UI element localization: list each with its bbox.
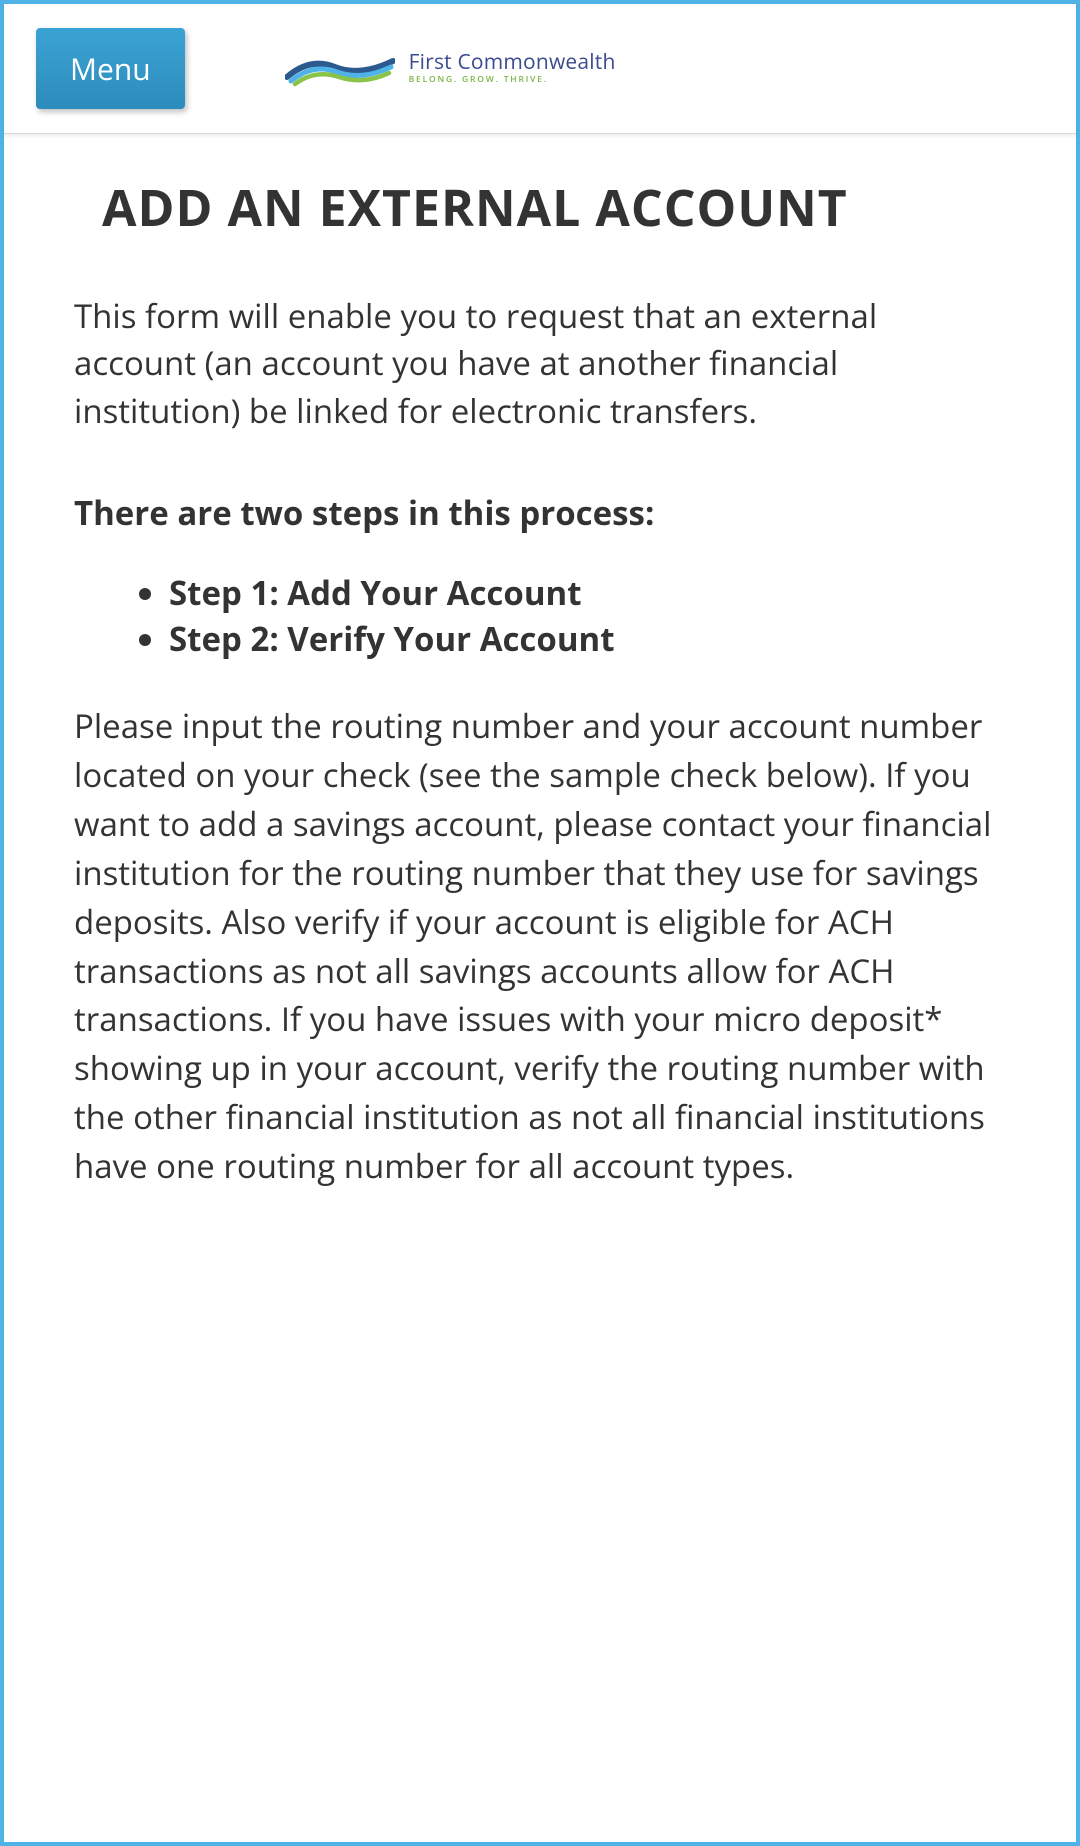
steps-list: Step 1: Add Your Account Step 2: Verify … — [74, 570, 1006, 662]
body-text: Please input the routing number and your… — [74, 702, 1006, 1190]
logo-text: First Commonwealth BELONG. GROW. THRIVE. — [409, 52, 616, 85]
main-content: ADD AN EXTERNAL ACCOUNT This form will e… — [4, 134, 1076, 1231]
list-item: Step 2: Verify Your Account — [169, 616, 1006, 662]
logo[interactable]: First Commonwealth BELONG. GROW. THRIVE. — [285, 49, 616, 89]
logo-swoosh-icon — [285, 49, 395, 89]
logo-tagline: BELONG. GROW. THRIVE. — [409, 76, 616, 85]
steps-heading: There are two steps in this process: — [74, 490, 1006, 535]
intro-text: This form will enable you to request tha… — [74, 292, 1006, 436]
page-header: Menu First Commonwealth BELONG. GROW. TH… — [4, 4, 1076, 134]
page-title: ADD AN EXTERNAL ACCOUNT — [102, 174, 1006, 242]
list-item: Step 1: Add Your Account — [169, 570, 1006, 616]
menu-button[interactable]: Menu — [36, 28, 185, 109]
logo-name: First Commonwealth — [409, 52, 616, 73]
